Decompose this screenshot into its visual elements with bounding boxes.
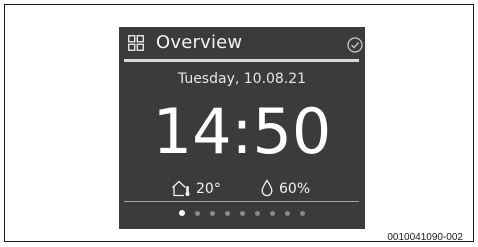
clock-time: 14:50 <box>152 95 332 168</box>
figure-id: 0010041090-002 <box>387 232 463 243</box>
grid-icon[interactable] <box>128 35 144 51</box>
drop-icon <box>261 179 273 197</box>
header-divider <box>124 59 359 62</box>
header-bar: Overview <box>119 27 365 59</box>
date-label: Tuesday, 10.08.21 <box>177 71 307 87</box>
page-dot[interactable] <box>225 210 230 216</box>
figure-frame: Overview Tuesday, 10.08.21 14:50 20° 60%… <box>4 4 474 243</box>
page-dot[interactable] <box>255 210 260 216</box>
page-dot[interactable] <box>285 210 290 216</box>
page-dot[interactable] <box>210 210 215 216</box>
device-display: Overview Tuesday, 10.08.21 14:50 20° 60% <box>119 27 365 229</box>
humidity-value: 60% <box>279 181 311 197</box>
climate-readout: 20° 60% <box>119 179 365 199</box>
house-thermometer-icon <box>171 179 191 197</box>
page-title: Overview <box>156 32 243 53</box>
page-dot[interactable] <box>179 210 185 216</box>
page-indicator <box>119 210 365 218</box>
temperature-value: 20° <box>196 181 221 197</box>
check-circle-icon[interactable] <box>347 37 363 53</box>
page-dot[interactable] <box>270 210 275 216</box>
page-dot[interactable] <box>300 210 305 216</box>
page-dot[interactable] <box>195 210 200 216</box>
footer-divider <box>124 201 359 202</box>
page-dot[interactable] <box>240 210 245 216</box>
